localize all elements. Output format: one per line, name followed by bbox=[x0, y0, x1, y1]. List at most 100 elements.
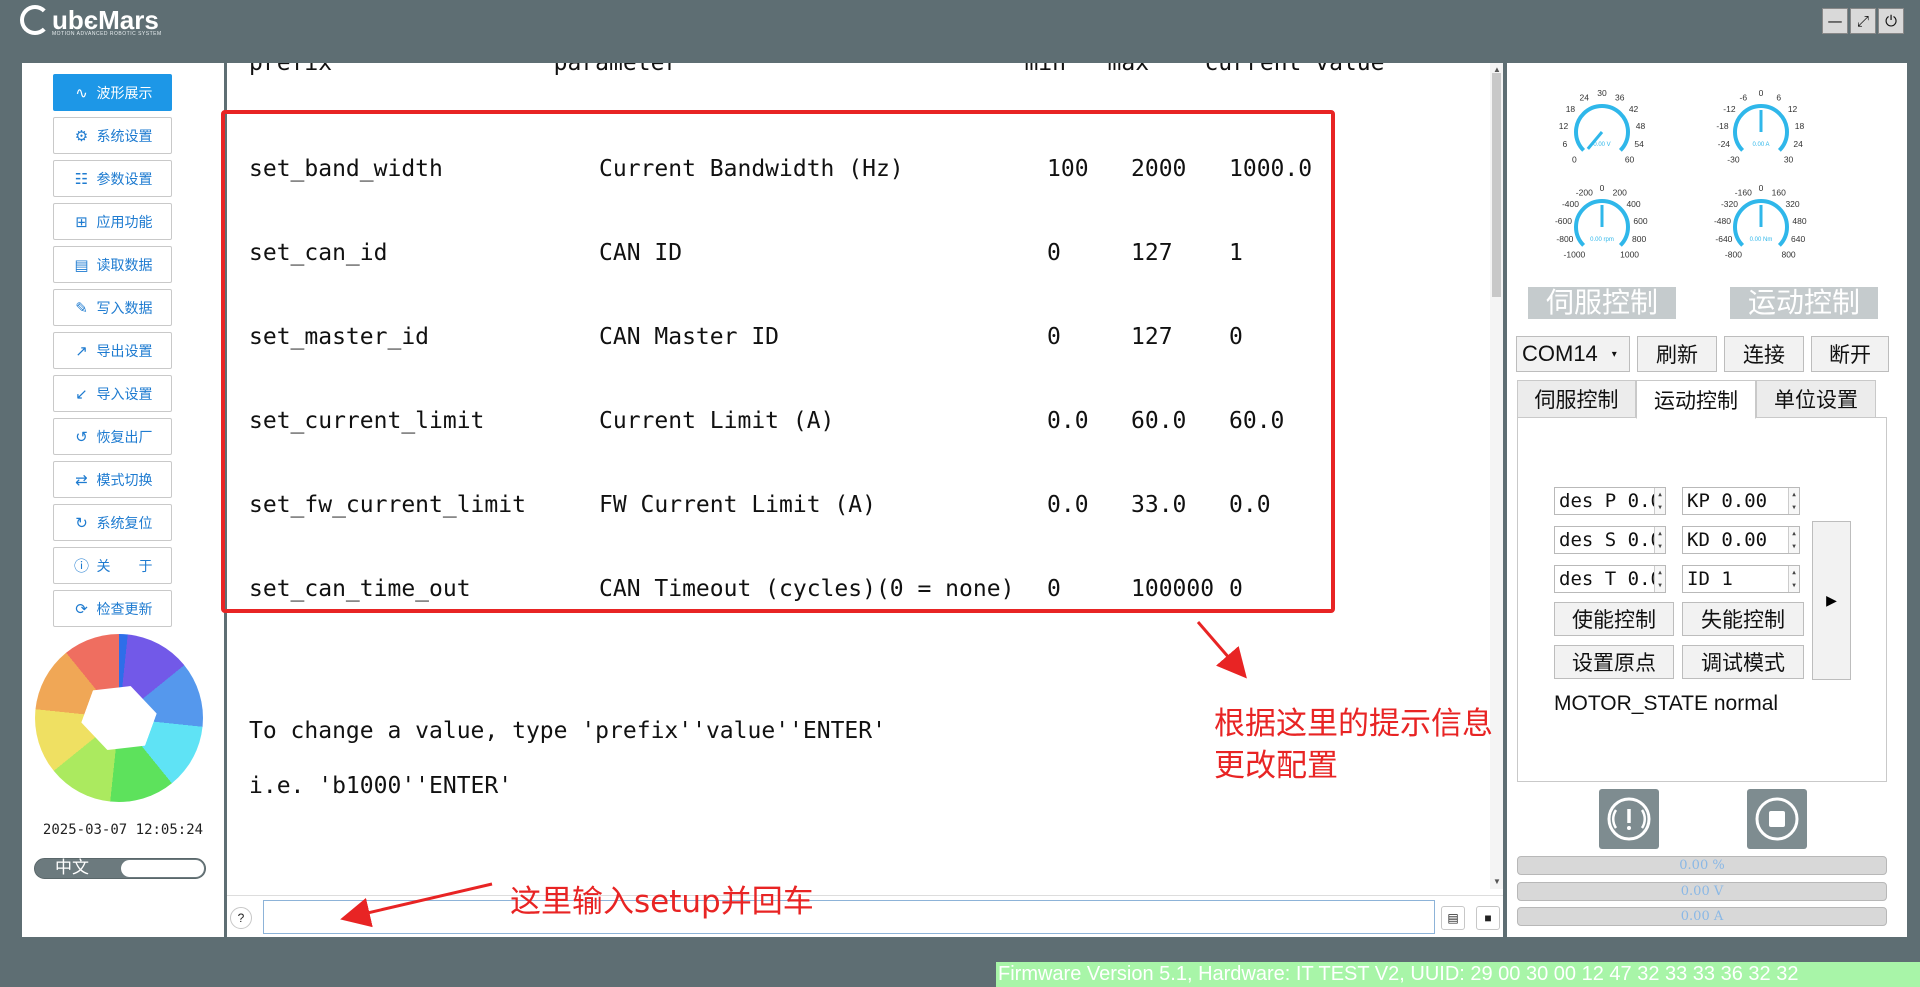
id-input[interactable]: ID 1 ▲ ▼ bbox=[1682, 565, 1800, 593]
sidebar-item-parameter-settings[interactable]: ☷ 参数设置 bbox=[53, 160, 172, 197]
sidebar-item-system-settings[interactable]: ⚙ 系统设置 bbox=[53, 117, 172, 154]
switch-icon: ⇄ bbox=[75, 470, 88, 489]
sidebar-item-write-data[interactable]: ✎ 写入数据 bbox=[53, 289, 172, 326]
mode-servo-title[interactable]: 伺服控制 bbox=[1528, 287, 1676, 319]
refresh-icon: ⟳ bbox=[75, 599, 88, 618]
annotation-config-line1: 根据这里的提示信息 bbox=[1214, 706, 1493, 742]
tab-servo-control[interactable]: 伺服控制 bbox=[1517, 380, 1636, 418]
warning-button[interactable] bbox=[1599, 789, 1659, 849]
firmware-status: Firmware Version 5.1, Hardware: IT TEST … bbox=[996, 962, 1920, 987]
sidebar-item-mode-switch[interactable]: ⇄ 模式切换 bbox=[53, 461, 172, 498]
gauge-tick-label: -640 bbox=[1715, 234, 1732, 244]
sidebar-item-read-data[interactable]: ▤ 读取数据 bbox=[53, 246, 172, 283]
speed-gauge: -1000 -800 -600 -400 -200 0 200 400 600 800 1000 0.… bbox=[1555, 183, 1648, 260]
sidebar-item-factory-reset[interactable]: ↺ 恢复出厂 bbox=[53, 418, 172, 455]
sidebar-item-label: 波形展示 bbox=[96, 85, 153, 102]
tab-unit-settings[interactable]: 单位设置 bbox=[1756, 380, 1876, 418]
sidebar-item-app-functions[interactable]: ⊞ 应用功能 bbox=[53, 203, 172, 240]
refresh-button[interactable]: 刷新 bbox=[1637, 336, 1717, 372]
disable-control-button[interactable]: 失能控制 bbox=[1682, 602, 1804, 636]
des-t-value: des T 0.0 bbox=[1559, 568, 1662, 590]
stepper-icon[interactable]: ▲ ▼ bbox=[1788, 488, 1799, 514]
gauge-tick-label: 1000 bbox=[1620, 250, 1639, 260]
kp-input[interactable]: KP 0.00 ▲ ▼ bbox=[1682, 487, 1800, 515]
app-logo: ubєMars MOTION ADVANCED ROBOTIC SYSTEM bbox=[20, 4, 170, 37]
sidebar-item-label: 恢复出厂 bbox=[96, 429, 153, 446]
stepper-icon[interactable]: ▲ ▼ bbox=[1788, 566, 1799, 592]
gauge-tick-label: 800 bbox=[1632, 234, 1646, 244]
progress-bar-voltage: 0.00 V bbox=[1517, 882, 1887, 901]
kd-input[interactable]: KD 0.00 ▲ ▼ bbox=[1682, 526, 1800, 554]
sidebar-item-check-update[interactable]: ⟳ 检查更新 bbox=[53, 590, 172, 627]
stepper-icon[interactable]: ▲ ▼ bbox=[1654, 566, 1665, 592]
command-input[interactable] bbox=[263, 900, 1435, 934]
sidebar-item-export-settings[interactable]: ↗ 导出设置 bbox=[53, 332, 172, 369]
maximize-button[interactable]: ⤢ bbox=[1850, 8, 1876, 34]
disconnect-button[interactable]: 断开 bbox=[1811, 336, 1889, 372]
sidebar-item-label: 系统复位 bbox=[96, 515, 153, 532]
gauge-tick-label: -6 bbox=[1740, 92, 1748, 102]
voltage-gauge: 6 12 18 24 30 36 42 48 54 60 0 0.00 V bbox=[1559, 88, 1646, 165]
des-t-input[interactable]: des T 0.0 ▲ ▼ bbox=[1554, 565, 1666, 593]
com-port-select[interactable]: COM14 ▾ bbox=[1516, 336, 1630, 372]
gauge-tick-label: 30 bbox=[1597, 88, 1607, 98]
minimize-button[interactable]: — bbox=[1822, 8, 1848, 34]
des-s-input[interactable]: des S 0.0 ▲ ▼ bbox=[1554, 526, 1666, 554]
sidebar-item-import-settings[interactable]: ↙ 导入设置 bbox=[53, 375, 172, 412]
set-origin-button[interactable]: 设置原点 bbox=[1554, 645, 1674, 679]
tab-motion-control[interactable]: 运动控制 bbox=[1636, 380, 1756, 419]
gauge-value-text: 0.00 Nm bbox=[1750, 237, 1773, 243]
scrollbar-thumb[interactable] bbox=[1492, 73, 1501, 297]
gauge-tick-label: 200 bbox=[1613, 187, 1627, 197]
gauge-tick-label: 0 bbox=[1759, 88, 1764, 98]
debug-mode-button[interactable]: 调试模式 bbox=[1682, 645, 1804, 679]
enable-control-button[interactable]: 使能控制 bbox=[1554, 602, 1674, 636]
terminal-header: prefix parameter min max current value bbox=[249, 63, 1385, 76]
help-button[interactable]: ? bbox=[230, 907, 252, 929]
sidebar-item-label: 应用功能 bbox=[96, 214, 153, 231]
maximize-icon: ⤢ bbox=[1856, 12, 1869, 30]
language-toggle-knob bbox=[121, 860, 204, 877]
gauge-tick-label: -480 bbox=[1714, 216, 1731, 226]
sidebar-item-label: 系统设置 bbox=[96, 128, 153, 145]
gauge-tick-label: -1000 bbox=[1564, 250, 1586, 260]
sliders-icon: ☷ bbox=[74, 169, 89, 188]
sidebar-item-about[interactable]: ⓘ 关 于 bbox=[53, 547, 172, 584]
power-icon: ⏻ bbox=[1885, 12, 1897, 30]
stepper-icon[interactable]: ▲ ▼ bbox=[1788, 527, 1799, 553]
power-button[interactable]: ⏻ bbox=[1878, 8, 1904, 34]
connect-button[interactable]: 连接 bbox=[1724, 336, 1804, 372]
grid-icon: ⊞ bbox=[75, 212, 88, 231]
highlight-box bbox=[221, 110, 1335, 613]
gauge-value-text: 0.00 A bbox=[1752, 142, 1769, 148]
terminal-example: i.e. 'b1000''ENTER' bbox=[249, 773, 513, 799]
language-toggle[interactable]: 中文 bbox=[34, 858, 206, 879]
sidebar-item-waveform[interactable]: ∿ 波形展示 bbox=[53, 74, 172, 111]
clear-button[interactable]: ■ bbox=[1476, 906, 1500, 930]
stepper-icon[interactable]: ▲ ▼ bbox=[1654, 488, 1665, 514]
gauge-tick-label: 0 bbox=[1759, 183, 1764, 193]
info-icon: ⓘ bbox=[73, 557, 89, 575]
sidebar-item-system-reset[interactable]: ↻ 系统复位 bbox=[53, 504, 172, 541]
mode-motion-title[interactable]: 运动控制 bbox=[1730, 287, 1878, 319]
stop-button[interactable] bbox=[1747, 789, 1807, 849]
gauge-tick-label: 54 bbox=[1634, 139, 1644, 149]
save-log-button[interactable]: ▤ bbox=[1441, 906, 1465, 930]
aperture-logo-icon bbox=[35, 634, 203, 802]
com-port-value: COM14 bbox=[1522, 341, 1598, 366]
terminal-scrollbar[interactable]: ▲ ▼ bbox=[1490, 63, 1503, 889]
stepper-icon[interactable]: ▲ ▼ bbox=[1654, 527, 1665, 553]
write-icon: ✎ bbox=[75, 298, 88, 317]
gauge-tick-label: 48 bbox=[1636, 121, 1646, 131]
run-button[interactable]: ▶ bbox=[1812, 521, 1851, 680]
des-p-input[interactable]: des P 0.0 ▲ ▼ bbox=[1554, 487, 1666, 515]
gauge-tick-label: 60 bbox=[1625, 155, 1635, 165]
scroll-down-icon[interactable]: ▼ bbox=[1493, 877, 1501, 886]
terminal-hint: To change a value, type 'prefix''value''… bbox=[249, 718, 886, 744]
gauge-tick-label: 600 bbox=[1633, 216, 1647, 226]
gauge-tick-label: 18 bbox=[1795, 121, 1805, 131]
progress-bar-percent: 0.00 % bbox=[1517, 856, 1887, 875]
logo-tagline: MOTION ADVANCED ROBOTIC SYSTEM bbox=[52, 31, 162, 37]
gauge-value-text: 0.00 rpm bbox=[1590, 237, 1614, 243]
sidebar-item-label: 模式切换 bbox=[96, 472, 153, 489]
